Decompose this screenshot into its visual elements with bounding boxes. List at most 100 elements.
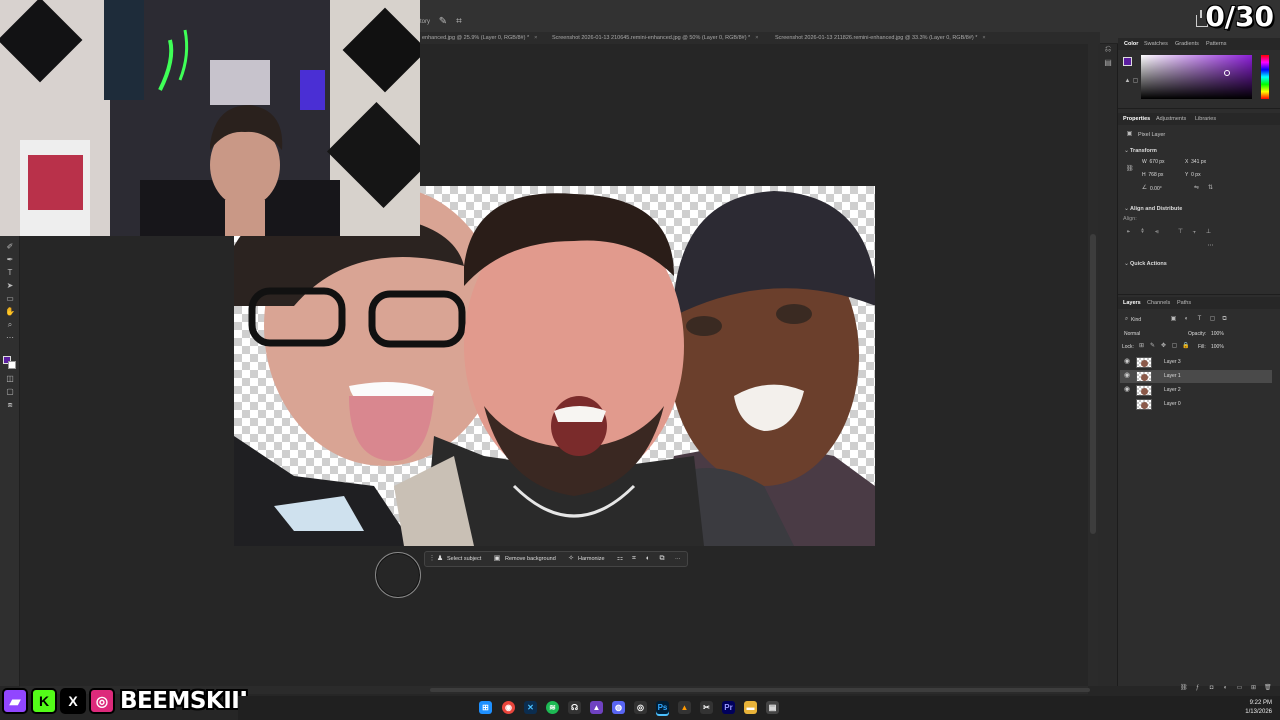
align-right-icon[interactable]: ⫣ <box>1153 229 1160 236</box>
tab-swatches[interactable]: Swatches <box>1144 39 1168 49</box>
comments-icon[interactable]: ▤ <box>1103 58 1113 68</box>
system-clock[interactable]: 9:22 PM 1/13/2026 <box>1245 699 1272 717</box>
tab-properties[interactable]: Properties <box>1123 114 1150 124</box>
more-options-button[interactable]: ··· <box>675 552 681 566</box>
out-of-gamut-icon[interactable]: ▲ <box>1124 78 1131 85</box>
eye-icon[interactable]: ◉ <box>1124 386 1132 394</box>
app-icon[interactable]: ▲ <box>590 701 603 714</box>
document-tab[interactable]: Screenshot 2026-01-13 211826.remini-enha… <box>775 32 986 44</box>
screen-mode-icon[interactable]: ▢ <box>5 387 15 397</box>
align-top-icon[interactable]: ⊤ <box>1177 229 1184 236</box>
web-safe-icon[interactable]: ▢ <box>1132 78 1139 85</box>
history-menu-partial[interactable]: tory <box>420 16 430 28</box>
tab-gradients[interactable]: Gradients <box>1175 39 1199 49</box>
harmonize-button[interactable]: Harmonize <box>578 552 605 566</box>
transform-icon[interactable]: ⚏ <box>616 555 624 563</box>
file-explorer-icon[interactable]: ▬ <box>744 701 757 714</box>
background-color-swatch[interactable] <box>8 361 16 369</box>
crop-icon[interactable]: ⌗ <box>630 555 638 563</box>
new-group-icon[interactable]: ▭ <box>1236 685 1243 692</box>
layer-row[interactable]: ◉ Layer 2 <box>1120 384 1272 397</box>
color-picker-cursor[interactable] <box>1224 70 1230 76</box>
adjustment-layer-icon[interactable]: ◐ <box>1222 685 1229 692</box>
zoom-tool-icon[interactable]: ⌕ <box>5 320 15 330</box>
lock-artboard-icon[interactable]: ▢ <box>1171 343 1178 350</box>
capture-icon[interactable]: ✂ <box>700 701 713 714</box>
drag-handle-icon[interactable]: ⋮ <box>428 555 436 563</box>
hue-slider[interactable] <box>1261 55 1269 99</box>
tab-libraries[interactable]: Libraries <box>1195 114 1216 124</box>
discord-icon[interactable]: ◍ <box>612 701 625 714</box>
hand-tool-icon[interactable]: ✋ <box>5 307 15 317</box>
more-align-icon[interactable]: ⋯ <box>1207 243 1214 250</box>
align-middle-icon[interactable]: ⫟ <box>1191 229 1198 236</box>
lock-all-icon[interactable]: 🔒 <box>1182 343 1189 350</box>
layer-name[interactable]: Layer 2 <box>1164 384 1181 397</box>
quick-mask-icon[interactable]: ◫ <box>5 374 15 384</box>
align-section-title[interactable]: Align and Distribute <box>1130 206 1182 212</box>
more-tools-icon[interactable]: ⋯ <box>5 333 15 343</box>
layer-row[interactable]: Layer 0 <box>1120 398 1272 411</box>
document-canvas[interactable] <box>234 186 875 546</box>
tab-adjustments[interactable]: Adjustments <box>1156 114 1186 124</box>
spotify-icon[interactable]: ≋ <box>546 701 559 714</box>
filter-type-icon[interactable]: T <box>1196 316 1203 323</box>
lock-paint-icon[interactable]: ✎ <box>1149 343 1156 350</box>
tab-patterns[interactable]: Patterns <box>1206 39 1226 49</box>
tab-paths[interactable]: Paths <box>1177 298 1191 308</box>
filter-smart-icon[interactable]: ⧉ <box>1221 316 1228 323</box>
layer-name[interactable]: Layer 3 <box>1164 356 1181 369</box>
link-icon[interactable]: ⛓ <box>1126 166 1134 173</box>
rectangle-tool-icon[interactable]: ▭ <box>5 294 15 304</box>
brush-tool-icon[interactable]: ✐ <box>5 242 15 252</box>
layer-row[interactable]: ◉ Layer 1 <box>1120 370 1272 383</box>
type-tool-icon[interactable]: T <box>5 268 15 278</box>
pen-tool-icon[interactable]: ✒ <box>5 255 15 265</box>
tab-channels[interactable]: Channels <box>1147 298 1170 308</box>
photoshop-icon[interactable]: Ps <box>656 701 669 714</box>
lock-position-icon[interactable]: ✥ <box>1160 343 1167 350</box>
remove-background-button[interactable]: Remove background <box>505 552 556 566</box>
chevron-down-icon[interactable]: ⌄ <box>1123 206 1130 213</box>
capcut-icon[interactable]: ✕ <box>524 701 537 714</box>
layer-row[interactable]: ◉ Layer 3 <box>1120 356 1272 369</box>
add-mask-icon[interactable]: ◘ <box>1208 685 1215 692</box>
windows-start-icon[interactable]: ⊞ <box>479 701 492 714</box>
y-position-field[interactable]: Y 0 px <box>1185 171 1201 179</box>
filter-adjustment-icon[interactable]: ◐ <box>1183 316 1190 323</box>
flip-horizontal-icon[interactable]: ⇋ <box>1193 185 1200 192</box>
align-center-icon[interactable]: ⫩ <box>1139 229 1146 236</box>
opacity-field[interactable]: 100% <box>1211 330 1224 338</box>
color-picker-field[interactable] <box>1141 55 1252 99</box>
adjust-icon[interactable]: ◐ <box>644 555 652 563</box>
headset-icon[interactable]: ☊ <box>568 701 581 714</box>
panel-foreground-swatch[interactable] <box>1123 57 1132 66</box>
path-select-icon[interactable]: ➤ <box>5 281 15 291</box>
eye-icon[interactable]: ◉ <box>1124 372 1132 380</box>
obs-icon[interactable]: ◎ <box>634 701 647 714</box>
filter-pixel-icon[interactable]: ▣ <box>1170 316 1177 323</box>
height-field[interactable]: H 768 px <box>1142 171 1163 179</box>
crop-icon[interactable]: ⌗ <box>453 16 465 28</box>
settings-icon[interactable]: ▤ <box>766 701 779 714</box>
angle-field[interactable]: 0.00° <box>1150 185 1162 193</box>
link-layers-icon[interactable]: ⛓ <box>1180 685 1188 692</box>
filter-shape-icon[interactable]: ▢ <box>1209 316 1216 323</box>
document-tab[interactable]: enhanced.jpg @ 25.9% (Layer 0, RGB/8#) *… <box>422 32 537 44</box>
fx-icon[interactable]: ƒ <box>1194 685 1201 692</box>
frame-icon[interactable]: ⧈ <box>5 400 15 410</box>
layer-filter-select[interactable]: Kind <box>1131 316 1141 324</box>
scroll-thumb[interactable] <box>1090 234 1096 534</box>
tab-color[interactable]: Color <box>1124 39 1138 49</box>
lock-pixels-icon[interactable]: ⊞ <box>1138 343 1145 350</box>
scroll-thumb[interactable] <box>430 688 1090 692</box>
vlc-icon[interactable]: ▲ <box>678 701 691 714</box>
fill-field[interactable]: 100% <box>1211 343 1224 351</box>
pen-edit-icon[interactable]: ✎ <box>437 16 449 28</box>
layer-name[interactable]: Layer 0 <box>1164 398 1181 411</box>
flip-vertical-icon[interactable]: ⇅ <box>1207 185 1214 192</box>
search-icon[interactable]: ⌕ <box>1123 316 1130 323</box>
history-icon[interactable]: ⎌ <box>1103 44 1113 54</box>
quick-actions-title[interactable]: Quick Actions <box>1130 261 1167 267</box>
width-field[interactable]: W 670 px <box>1142 158 1165 166</box>
